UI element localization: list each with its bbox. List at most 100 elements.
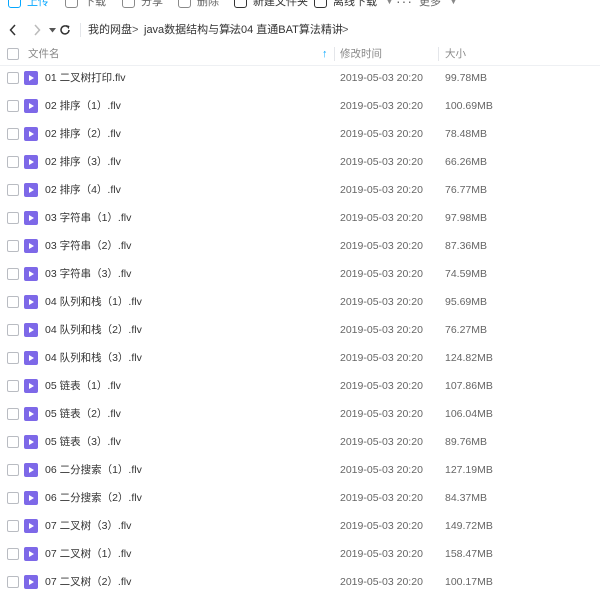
row-checkbox[interactable] bbox=[7, 100, 19, 112]
chevron-right-icon[interactable] bbox=[30, 18, 44, 42]
file-name[interactable]: 02 排序（4）.flv bbox=[45, 176, 121, 204]
offline-download-icon bbox=[314, 0, 327, 8]
row-checkbox[interactable] bbox=[7, 268, 19, 280]
table-row[interactable]: 04 队列和栈（1）.flv 2019-05-03 20:20 95.69MB bbox=[0, 288, 600, 316]
breadcrumb-item[interactable]: 我的网盘 bbox=[88, 18, 132, 42]
video-file-icon bbox=[24, 379, 38, 393]
file-size: 106.04MB bbox=[445, 408, 493, 420]
file-name[interactable]: 05 链表（3）.flv bbox=[45, 428, 121, 456]
file-list-header: 文件名 ↑ 修改时间 大小 bbox=[0, 43, 600, 66]
row-checkbox[interactable] bbox=[7, 548, 19, 560]
upload-icon bbox=[8, 0, 21, 8]
row-checkbox[interactable] bbox=[7, 72, 19, 84]
file-name[interactable]: 02 排序（2）.flv bbox=[45, 120, 121, 148]
table-row[interactable]: 01 二叉树打印.flv 2019-05-03 20:20 99.78MB bbox=[0, 64, 600, 92]
file-name[interactable]: 04 队列和栈（1）.flv bbox=[45, 288, 142, 316]
refresh-icon[interactable] bbox=[58, 18, 72, 42]
download-button[interactable]: 下载 bbox=[65, 0, 106, 10]
table-row[interactable]: 06 二分搜索（1）.flv 2019-05-03 20:20 127.19MB bbox=[0, 456, 600, 484]
row-checkbox[interactable] bbox=[7, 184, 19, 196]
column-header-size[interactable]: 大小 bbox=[445, 43, 466, 65]
row-checkbox[interactable] bbox=[7, 436, 19, 448]
file-modified-time: 2019-05-03 20:20 bbox=[340, 212, 423, 224]
table-row[interactable]: 02 排序（3）.flv 2019-05-03 20:20 66.26MB bbox=[0, 148, 600, 176]
table-row[interactable]: 02 排序（2）.flv 2019-05-03 20:20 78.48MB bbox=[0, 120, 600, 148]
folder-plus-icon bbox=[234, 0, 247, 8]
video-file-icon bbox=[24, 295, 38, 309]
file-name[interactable]: 04 队列和栈（3）.flv bbox=[45, 344, 142, 372]
table-row[interactable]: 04 队列和栈（2）.flv 2019-05-03 20:20 76.27MB bbox=[0, 316, 600, 344]
file-name[interactable]: 01 二叉树打印.flv bbox=[45, 64, 126, 92]
row-checkbox[interactable] bbox=[7, 408, 19, 420]
row-checkbox[interactable] bbox=[7, 212, 19, 224]
row-checkbox[interactable] bbox=[7, 240, 19, 252]
select-all-checkbox[interactable] bbox=[7, 48, 19, 60]
new-folder-button[interactable]: 新建文件夹 bbox=[234, 0, 308, 10]
row-checkbox[interactable] bbox=[7, 128, 19, 140]
table-row[interactable]: 04 队列和栈（3）.flv 2019-05-03 20:20 124.82MB bbox=[0, 344, 600, 372]
row-checkbox[interactable] bbox=[7, 156, 19, 168]
file-size: 97.98MB bbox=[445, 212, 488, 224]
table-row[interactable]: 03 字符串（1）.flv 2019-05-03 20:20 97.98MB bbox=[0, 204, 600, 232]
table-row[interactable]: 02 排序（1）.flv 2019-05-03 20:20 100.69MB bbox=[0, 92, 600, 120]
delete-button[interactable]: 删除 bbox=[178, 0, 219, 10]
row-checkbox[interactable] bbox=[7, 576, 19, 588]
file-name[interactable]: 06 二分搜索（1）.flv bbox=[45, 456, 142, 484]
table-row[interactable]: 05 链表（1）.flv 2019-05-03 20:20 107.86MB bbox=[0, 372, 600, 400]
file-size: 89.76MB bbox=[445, 436, 488, 448]
file-name[interactable]: 03 字符串（3）.flv bbox=[45, 260, 131, 288]
file-name[interactable]: 05 链表（1）.flv bbox=[45, 372, 121, 400]
breadcrumb-item-current[interactable]: 04 直通BAT算法精讲 bbox=[241, 18, 343, 42]
file-modified-time: 2019-05-03 20:20 bbox=[340, 184, 423, 196]
row-checkbox[interactable] bbox=[7, 380, 19, 392]
file-name[interactable]: 07 二叉树（3）.flv bbox=[45, 512, 131, 540]
file-name[interactable]: 05 链表（2）.flv bbox=[45, 400, 121, 428]
row-checkbox[interactable] bbox=[7, 492, 19, 504]
file-modified-time: 2019-05-03 20:20 bbox=[340, 408, 423, 420]
table-row[interactable]: 06 二分搜索（2）.flv 2019-05-03 20:20 84.37MB bbox=[0, 484, 600, 512]
file-size: 127.19MB bbox=[445, 464, 493, 476]
chevron-down-icon[interactable] bbox=[48, 18, 56, 42]
video-file-icon bbox=[24, 519, 38, 533]
file-modified-time: 2019-05-03 20:20 bbox=[340, 156, 423, 168]
row-checkbox[interactable] bbox=[7, 464, 19, 476]
table-row[interactable]: 07 二叉树（1）.flv 2019-05-03 20:20 158.47MB bbox=[0, 540, 600, 568]
column-header-modified[interactable]: 修改时间 bbox=[340, 43, 382, 65]
table-row[interactable]: 05 链表（3）.flv 2019-05-03 20:20 89.76MB bbox=[0, 428, 600, 456]
column-header-name[interactable]: 文件名 bbox=[28, 43, 60, 65]
column-divider bbox=[334, 47, 335, 61]
row-checkbox[interactable] bbox=[7, 352, 19, 364]
video-file-icon bbox=[24, 463, 38, 477]
upload-button[interactable]: 上传 bbox=[8, 0, 49, 10]
table-row[interactable]: 02 排序（4）.flv 2019-05-03 20:20 76.77MB bbox=[0, 176, 600, 204]
breadcrumb-item[interactable]: java数据结构与算法 bbox=[144, 18, 241, 42]
file-name[interactable]: 07 二叉树（1）.flv bbox=[45, 540, 131, 568]
row-checkbox[interactable] bbox=[7, 296, 19, 308]
share-button[interactable]: 分享 bbox=[122, 0, 163, 10]
file-name[interactable]: 04 队列和栈（2）.flv bbox=[45, 316, 142, 344]
chevron-left-icon[interactable] bbox=[6, 18, 20, 42]
new-folder-label: 新建文件夹 bbox=[253, 0, 308, 8]
table-row[interactable]: 03 字符串（2）.flv 2019-05-03 20:20 87.36MB bbox=[0, 232, 600, 260]
row-checkbox[interactable] bbox=[7, 520, 19, 532]
video-file-icon bbox=[24, 267, 38, 281]
download-label: 下载 bbox=[84, 0, 106, 8]
file-name[interactable]: 03 字符串（2）.flv bbox=[45, 232, 131, 260]
file-name[interactable]: 02 排序（1）.flv bbox=[45, 92, 121, 120]
upload-label: 上传 bbox=[27, 0, 49, 8]
sort-up-arrow-icon[interactable]: ↑ bbox=[322, 43, 328, 65]
file-name[interactable]: 03 字符串（1）.flv bbox=[45, 204, 131, 232]
table-row[interactable]: 07 二叉树（3）.flv 2019-05-03 20:20 149.72MB bbox=[0, 512, 600, 540]
file-name[interactable]: 06 二分搜索（2）.flv bbox=[45, 484, 142, 512]
toolbar: 上传 下载 分享 删除 新建文件夹 离线下载 ▼ ··· 更多 ▼ bbox=[0, 0, 600, 10]
table-row[interactable]: 07 二叉树（2）.flv 2019-05-03 20:20 100.17MB bbox=[0, 568, 600, 596]
offline-download-button[interactable]: 离线下载 ▼ bbox=[314, 0, 394, 10]
table-row[interactable]: 05 链表（2）.flv 2019-05-03 20:20 106.04MB bbox=[0, 400, 600, 428]
table-row[interactable]: 03 字符串（3）.flv 2019-05-03 20:20 74.59MB bbox=[0, 260, 600, 288]
file-size: 76.77MB bbox=[445, 184, 488, 196]
row-checkbox[interactable] bbox=[7, 324, 19, 336]
more-button[interactable]: ··· 更多 ▼ bbox=[396, 0, 458, 10]
chevron-down-icon: ▼ bbox=[385, 0, 394, 6]
file-name[interactable]: 07 二叉树（2）.flv bbox=[45, 568, 131, 596]
file-name[interactable]: 02 排序（3）.flv bbox=[45, 148, 121, 176]
